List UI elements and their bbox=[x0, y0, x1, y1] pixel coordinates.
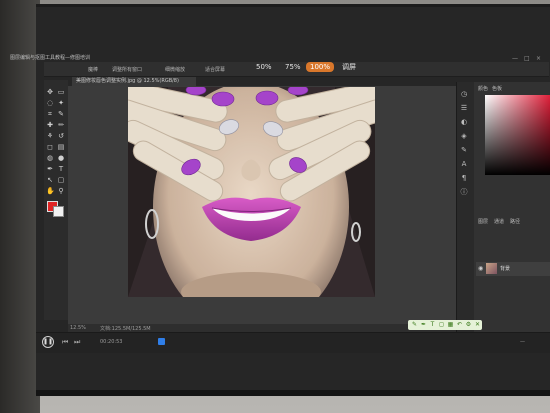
record-indicator-icon bbox=[158, 338, 165, 345]
tab-color[interactable]: 颜色 bbox=[478, 85, 488, 92]
quick-grid-icon[interactable]: ▦ bbox=[447, 321, 454, 328]
zoom-100-button[interactable]: 100% bbox=[306, 62, 335, 72]
adjustments-icon[interactable]: ◐ bbox=[460, 118, 468, 126]
time-readout: 00:20:53 bbox=[100, 339, 123, 345]
stamp-icon[interactable]: ⚘ bbox=[46, 132, 54, 140]
path-select-icon[interactable]: ↖ bbox=[46, 176, 54, 184]
quick-shape-icon[interactable]: ◻ bbox=[438, 321, 445, 328]
screen-bottom-edge bbox=[36, 390, 550, 396]
hand-icon[interactable]: ✋ bbox=[46, 187, 55, 195]
quick-select-icon[interactable]: ✦ bbox=[57, 99, 65, 107]
doc-info: 文档:125.5M/125.5M bbox=[100, 326, 151, 332]
brush-icon[interactable]: ✏ bbox=[57, 121, 65, 129]
option-item[interactable]: 调整所有窗口 bbox=[112, 66, 142, 73]
tab-channels[interactable]: 通道 bbox=[494, 218, 504, 225]
prev-icon[interactable]: ⏮ bbox=[62, 338, 68, 347]
zoom-readout[interactable]: 12.5% bbox=[70, 325, 86, 331]
option-item[interactable]: 适合屏幕 bbox=[205, 66, 225, 73]
tab-layers[interactable]: 图层 bbox=[478, 218, 488, 225]
quick-pen-icon[interactable]: ✒ bbox=[420, 321, 427, 328]
marquee-icon[interactable]: ▭ bbox=[57, 88, 65, 96]
fit-screen-button[interactable]: 调屏 bbox=[338, 62, 360, 72]
dodge-icon[interactable]: ● bbox=[57, 154, 65, 162]
history-icon[interactable]: ◷ bbox=[460, 90, 468, 98]
brush-panel-icon[interactable]: ✎ bbox=[460, 146, 468, 154]
background-color-swatch[interactable] bbox=[53, 206, 64, 217]
layer-name: 背景 bbox=[500, 266, 511, 272]
styles-icon[interactable]: ◈ bbox=[460, 132, 468, 140]
minimize-button[interactable]: — bbox=[512, 55, 518, 62]
tab-swatches[interactable]: 色板 bbox=[492, 85, 502, 92]
next-icon[interactable]: ⏭ bbox=[74, 338, 80, 347]
quick-close-icon[interactable]: ✕ bbox=[474, 321, 481, 328]
move-icon[interactable]: ✥ bbox=[46, 88, 54, 96]
shape-icon[interactable]: ▢ bbox=[57, 176, 65, 184]
type-icon[interactable]: T bbox=[57, 165, 65, 173]
close-button[interactable]: × bbox=[536, 55, 541, 62]
properties-icon[interactable]: ☰ bbox=[460, 104, 468, 112]
option-item[interactable]: 细微缩放 bbox=[165, 66, 185, 73]
quick-text-icon[interactable]: T bbox=[429, 321, 436, 328]
eye-icon[interactable]: ◉ bbox=[478, 265, 483, 272]
tab-paths[interactable]: 路径 bbox=[510, 218, 520, 225]
eraser-icon[interactable]: ◻ bbox=[46, 143, 54, 151]
document-image[interactable] bbox=[128, 87, 375, 297]
zoom-75-button[interactable]: 75% bbox=[281, 62, 305, 72]
history-brush-icon[interactable]: ↺ bbox=[57, 132, 65, 140]
wall-shadow bbox=[0, 0, 40, 413]
layer-thumbnail bbox=[486, 263, 497, 274]
quick-settings-icon[interactable]: ⚙ bbox=[465, 321, 472, 328]
pause-button[interactable]: ❚❚ bbox=[42, 336, 54, 348]
player-right-text: — bbox=[520, 339, 525, 345]
eyedropper-icon[interactable]: ✎ bbox=[57, 110, 65, 118]
gradient-icon[interactable]: ▤ bbox=[57, 143, 65, 151]
portrait-photo bbox=[128, 87, 375, 297]
info-icon[interactable]: ⓘ bbox=[460, 188, 468, 196]
option-item[interactable]: 魔棒 bbox=[88, 66, 98, 73]
zoom-icon[interactable]: ⚲ bbox=[57, 187, 65, 195]
color-picker-field[interactable] bbox=[485, 95, 550, 175]
crop-icon[interactable]: ⌗ bbox=[46, 110, 54, 118]
document-tab[interactable]: 美图修妆唇色调整实例.jpg @ 12.5%(RGB/8) bbox=[72, 77, 196, 86]
paragraph-icon[interactable]: ¶ bbox=[460, 174, 468, 182]
pen-icon[interactable]: ✒ bbox=[46, 165, 54, 173]
quick-brush-icon[interactable]: ✎ bbox=[411, 321, 418, 328]
zoom-50-button[interactable]: 50% bbox=[252, 62, 276, 72]
blur-icon[interactable]: ◍ bbox=[46, 154, 54, 162]
lasso-icon[interactable]: ◌ bbox=[46, 99, 54, 107]
window-title: 图层编辑与抠图工具教程—修图培训 bbox=[10, 55, 91, 61]
maximize-button[interactable]: □ bbox=[524, 55, 530, 62]
quick-undo-icon[interactable]: ↶ bbox=[456, 321, 463, 328]
healing-icon[interactable]: ✚ bbox=[46, 121, 54, 129]
character-icon[interactable]: A bbox=[460, 160, 468, 168]
